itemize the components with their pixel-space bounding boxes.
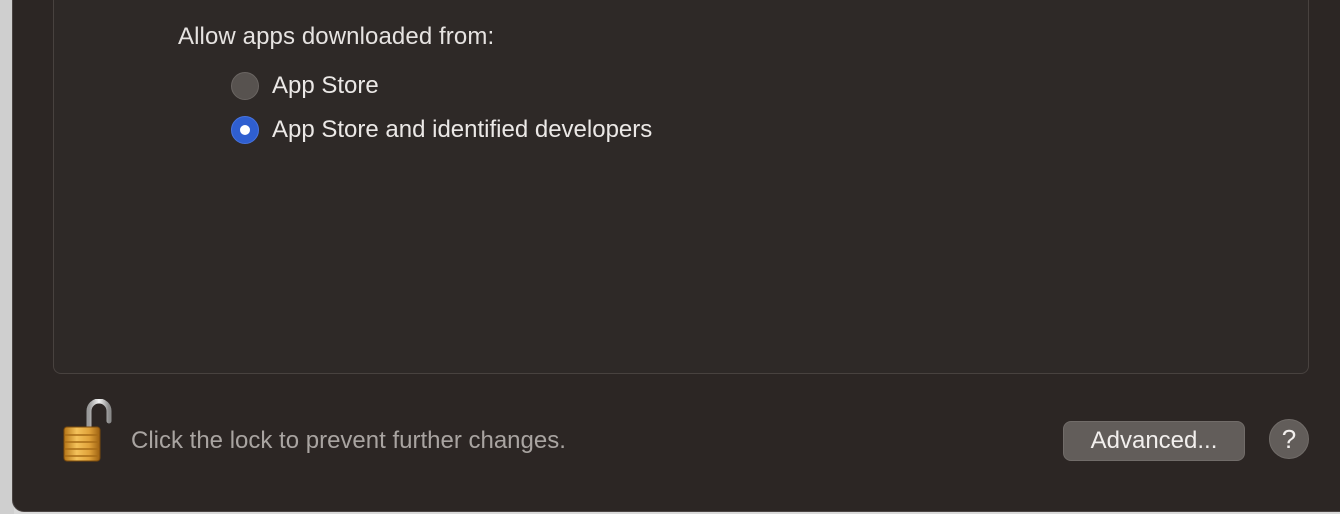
radio-button-selected[interactable] [231, 116, 259, 144]
security-preferences-window: Allow apps downloaded from: App Store Ap… [12, 0, 1340, 512]
radio-option-label: App Store and identified developers [272, 116, 653, 143]
radio-button-unselected[interactable] [231, 72, 259, 100]
help-button[interactable]: ? [1269, 419, 1309, 459]
unlocked-padlock-icon[interactable] [62, 398, 112, 463]
radio-option-app-store-identified-developers[interactable]: App Store and identified developers [231, 116, 652, 144]
radio-option-app-store[interactable]: App Store [231, 72, 379, 100]
lock-status-text: Click the lock to prevent further change… [131, 427, 566, 454]
advanced-button[interactable]: Advanced... [1063, 421, 1245, 461]
radio-option-label: App Store [272, 72, 379, 99]
general-settings-group: Allow apps downloaded from: App Store Ap… [53, 0, 1309, 374]
allow-apps-label: Allow apps downloaded from: [178, 23, 495, 50]
